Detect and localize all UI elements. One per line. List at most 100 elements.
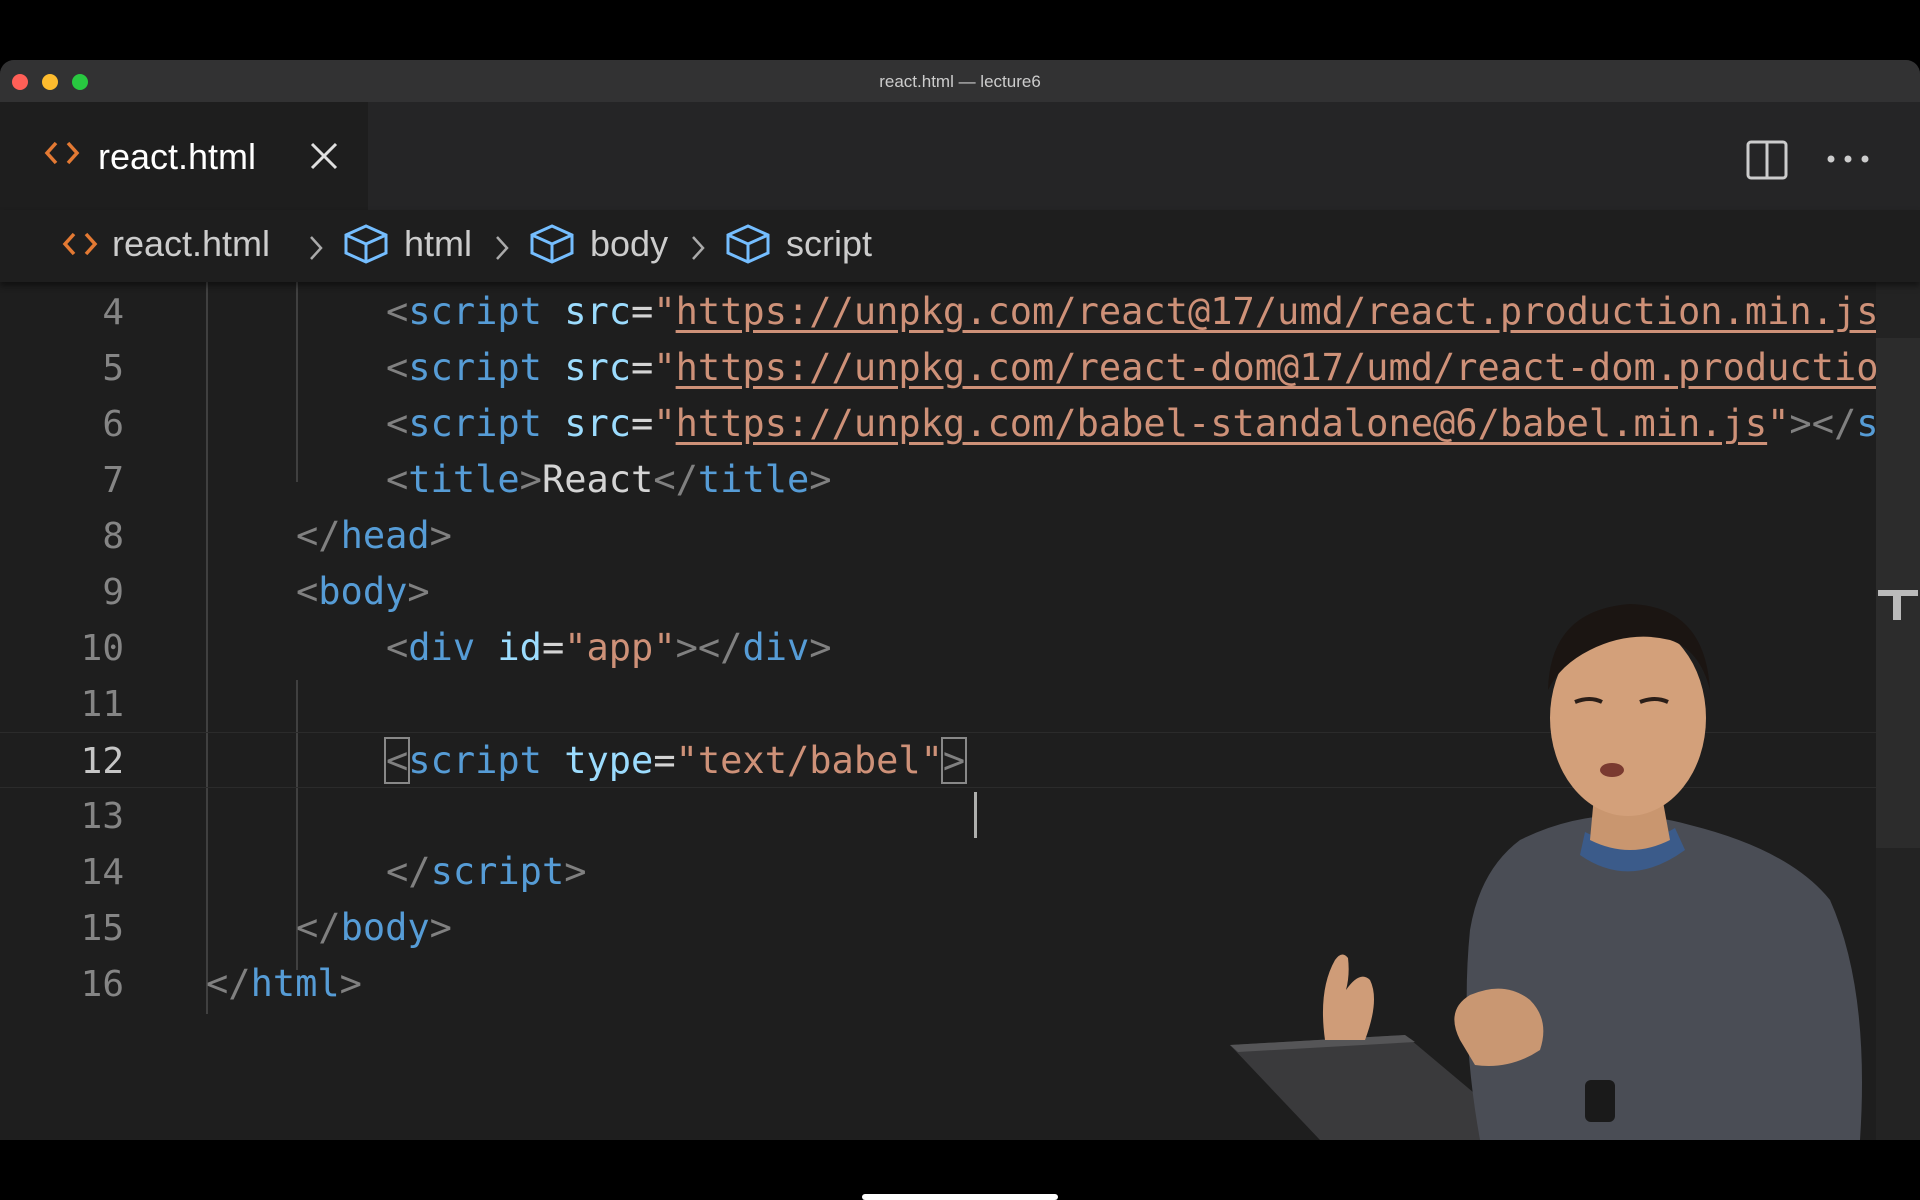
html-file-icon bbox=[44, 141, 80, 165]
line-number: 8 bbox=[102, 516, 124, 557]
breadcrumb-item-html[interactable]: html bbox=[342, 222, 472, 266]
code-token: "text/babel" bbox=[675, 739, 943, 782]
code-token: </ bbox=[653, 458, 698, 501]
code-token: </ bbox=[206, 962, 251, 1005]
code-token: body bbox=[340, 906, 430, 949]
code-text: <script src="https://unpkg.com/babel-sta… bbox=[386, 402, 1901, 445]
code-token: title bbox=[697, 458, 810, 501]
code-text: <script type="text/babel"> bbox=[383, 737, 968, 784]
code-token: </ bbox=[296, 906, 341, 949]
code-token: type bbox=[564, 739, 654, 782]
code-token: div bbox=[408, 626, 476, 669]
code-text: </script> bbox=[386, 850, 587, 893]
text-cursor bbox=[974, 792, 977, 838]
code-token: " bbox=[653, 290, 676, 333]
code-token: > bbox=[429, 906, 452, 949]
code-token: < bbox=[386, 458, 409, 501]
code-token: < bbox=[386, 290, 409, 333]
code-token: script bbox=[408, 290, 542, 333]
chevron-right-icon bbox=[692, 236, 705, 260]
code-token: src bbox=[564, 402, 632, 445]
scrollbar-marker bbox=[1893, 590, 1901, 620]
html-file-icon bbox=[62, 232, 98, 256]
code-token: < bbox=[386, 346, 409, 389]
code-token: < bbox=[386, 402, 409, 445]
line-number: 5 bbox=[102, 348, 124, 389]
cube-icon bbox=[530, 224, 574, 264]
code-line[interactable]: 7 <title>React</title> bbox=[0, 452, 1920, 508]
code-text: </html> bbox=[206, 962, 362, 1005]
code-token: < bbox=[383, 737, 411, 784]
code-token: > bbox=[339, 962, 362, 1005]
line-number: 4 bbox=[102, 292, 124, 333]
line-number: 9 bbox=[102, 572, 124, 613]
line-number: 15 bbox=[80, 908, 124, 949]
code-token: > bbox=[407, 570, 430, 613]
line-number: 13 bbox=[80, 796, 124, 837]
code-token: > bbox=[429, 514, 452, 557]
title-bar: react.html — lecture6 bbox=[0, 60, 1920, 103]
code-token: https://unpkg.com/react@17/umd/react.pro… bbox=[675, 290, 1879, 333]
code-token: title bbox=[408, 458, 520, 501]
split-editor-icon[interactable] bbox=[1746, 140, 1788, 180]
line-number: 16 bbox=[80, 964, 124, 1005]
chevron-right-icon bbox=[496, 236, 509, 260]
code-token: https://unpkg.com/babel-standalone@6/bab… bbox=[675, 402, 1768, 445]
code-token: React bbox=[541, 458, 654, 501]
code-token: ></ bbox=[1789, 402, 1857, 445]
breadcrumb-item-label: html bbox=[404, 223, 473, 264]
code-text: <body> bbox=[296, 570, 430, 613]
code-line[interactable]: 8 </head> bbox=[0, 508, 1920, 564]
code-line[interactable]: 5 <script src="https://unpkg.com/react-do… bbox=[0, 340, 1920, 396]
chevron-right-icon bbox=[310, 236, 323, 260]
window-title: react.html — lecture6 bbox=[879, 72, 1041, 91]
ellipsis-icon[interactable] bbox=[1826, 152, 1870, 166]
breadcrumb: react.html html body script bbox=[0, 210, 1920, 282]
code-token: > bbox=[519, 458, 542, 501]
code-token: div bbox=[742, 626, 810, 669]
code-text: </body> bbox=[296, 906, 452, 949]
code-token: > bbox=[564, 850, 587, 893]
code-text: <div id="app"></div> bbox=[386, 626, 832, 669]
code-token: = bbox=[541, 626, 565, 669]
breadcrumb-file[interactable]: react.html bbox=[62, 222, 270, 266]
line-number: 12 bbox=[80, 741, 124, 782]
line-number: 7 bbox=[102, 460, 124, 501]
code-token: > bbox=[809, 626, 832, 669]
tab-bar: react.html bbox=[0, 102, 1920, 210]
code-line[interactable]: 6 <script src="https://unpkg.com/babel-st… bbox=[0, 396, 1920, 452]
code-text: <script src="https://unpkg.com/react-dom… bbox=[386, 346, 1901, 389]
tab-label: react.html bbox=[98, 136, 257, 177]
breadcrumb-item-script[interactable]: script bbox=[724, 222, 872, 266]
tab-react-html[interactable]: react.html bbox=[0, 102, 368, 210]
code-token: " bbox=[653, 402, 676, 445]
presenter-video-overlay bbox=[1230, 604, 1862, 1140]
code-token: < bbox=[296, 570, 319, 613]
code-token: src bbox=[564, 290, 632, 333]
code-token: = bbox=[631, 290, 654, 333]
code-text: <script src="https://unpkg.com/react@17/… bbox=[386, 290, 1901, 333]
code-token: " bbox=[653, 346, 676, 389]
code-token: = bbox=[631, 346, 654, 389]
code-token: script bbox=[408, 739, 542, 782]
code-token: id bbox=[497, 626, 542, 669]
code-token: script bbox=[430, 850, 565, 893]
code-text: <title>React</title> bbox=[386, 458, 832, 501]
code-token: https://unpkg.com/react-dom@17/umd/react… bbox=[675, 346, 1901, 389]
breadcrumb-item-body[interactable]: body bbox=[528, 222, 668, 266]
line-number: 11 bbox=[80, 684, 124, 725]
line-number: 10 bbox=[80, 628, 124, 669]
breadcrumb-item-label: script bbox=[786, 223, 873, 264]
code-line[interactable]: 4 <script src="https://unpkg.com/react@17… bbox=[0, 284, 1920, 340]
code-token: " bbox=[1767, 402, 1790, 445]
code-token: > bbox=[809, 458, 832, 501]
code-token: </ bbox=[296, 514, 341, 557]
close-icon[interactable] bbox=[308, 140, 340, 172]
cube-icon bbox=[344, 224, 388, 264]
code-token: head bbox=[340, 514, 430, 557]
